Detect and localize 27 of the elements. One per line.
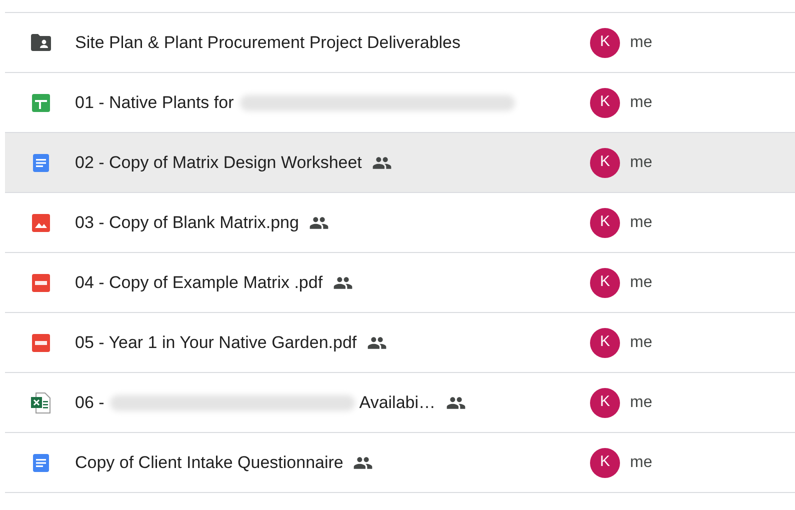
avatar: K [590, 268, 620, 298]
avatar: K [590, 208, 620, 238]
owner-name: me [630, 152, 652, 172]
owner-name: me [630, 272, 652, 292]
file-name: Availabi… [359, 392, 436, 414]
avatar: K [590, 148, 620, 178]
avatar: K [590, 388, 620, 418]
avatar: K [590, 88, 620, 118]
avatar: K [590, 328, 620, 358]
owner-name: me [630, 92, 652, 112]
file-name: Copy of Client Intake Questionnaire [75, 452, 344, 474]
avatar: K [590, 448, 620, 478]
owner-name: me [630, 32, 652, 52]
avatar: K [590, 28, 620, 58]
file-name: 02 - Copy of Matrix Design Worksheet [75, 152, 362, 174]
file-row[interactable]: 02 - Copy of Matrix Design Worksheet K me [5, 133, 795, 193]
owner-name: me [630, 392, 652, 412]
owner-name: me [630, 452, 652, 472]
file-name: 01 - Native Plants for [75, 92, 234, 114]
file-name: 03 - Copy of Blank Matrix.png [75, 212, 299, 234]
file-name: 04 - Copy of Example Matrix .pdf [75, 272, 323, 294]
owner-name: me [630, 212, 652, 232]
file-name: 05 - Year 1 in Your Native Garden.pdf [75, 332, 357, 354]
file-name: Site Plan & Plant Procurement Project Deliverables [75, 32, 461, 54]
file-name: 06 - [75, 392, 104, 414]
owner-name: me [630, 332, 652, 352]
spreadsheet-file-icon [29, 390, 53, 414]
